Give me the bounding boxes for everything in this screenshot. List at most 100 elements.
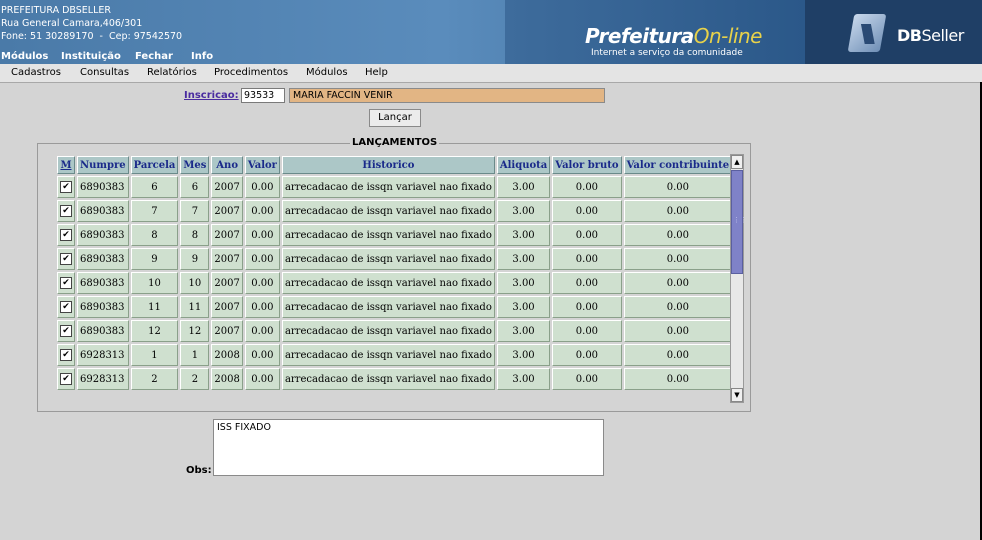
row-checkbox[interactable]: ✔ — [60, 277, 72, 289]
table-row[interactable]: ✔ 6890383 10 10 2007 0.00 arrecadacao de issqn… — [57, 272, 731, 294]
menu-procedimentos[interactable]: Procedimentos — [214, 67, 288, 78]
table-body: ✔ 6890383 6 6 2007 0.00 arrecadacao de issqn v… — [57, 176, 731, 390]
cell-valor-contribuinte: 0.00 — [623, 224, 731, 246]
cell-aliquota: 3.00 — [496, 272, 551, 294]
col-m[interactable]: M — [57, 156, 75, 174]
cell-valor-bruto: 0.00 — [552, 368, 622, 390]
cell-valor: 0.00 — [244, 224, 280, 246]
cell-historico: arrecadacao de issqn variavel nao fixado — [281, 200, 495, 222]
table-row[interactable]: ✔ 6890383 6 6 2007 0.00 arrecadacao de issqn v… — [57, 176, 731, 198]
cell-mes: 1 — [180, 344, 210, 366]
row-checkbox-cell: ✔ — [57, 176, 75, 198]
cell-parcela: 11 — [130, 296, 179, 318]
row-checkbox-cell: ✔ — [57, 272, 75, 294]
cell-ano: 2007 — [211, 296, 243, 318]
top-menu-modulos[interactable]: Módulos — [1, 51, 48, 62]
cell-historico: arrecadacao de issqn variavel nao fixado — [281, 176, 495, 198]
menu-modulos[interactable]: Módulos — [306, 67, 348, 78]
table-row[interactable]: ✔ 6890383 9 9 2007 0.00 arrecadacao de issqn v… — [57, 248, 731, 270]
row-checkbox-cell: ✔ — [57, 224, 75, 246]
menu-bar: Cadastros Consultas Relatórios Procedime… — [0, 64, 982, 83]
dbseller-logo-icon — [847, 14, 887, 52]
top-menu-fechar[interactable]: Fechar — [135, 51, 173, 62]
row-checkbox[interactable]: ✔ — [60, 229, 72, 241]
cell-ano: 2007 — [211, 248, 243, 270]
cell-valor-contribuinte: 0.00 — [623, 368, 731, 390]
cell-parcela: 12 — [130, 320, 179, 342]
prefeitura-online-logo: PrefeituraOn-line Internet a serviço da … — [505, 0, 805, 64]
cell-aliquota: 3.00 — [496, 320, 551, 342]
cell-ano: 2007 — [211, 176, 243, 198]
cell-numpre: 6928313 — [77, 368, 129, 390]
col-ano: Ano — [211, 156, 243, 174]
inscricao-input[interactable]: 93533 — [241, 88, 285, 103]
menu-help[interactable]: Help — [365, 67, 388, 78]
col-mes: Mes — [180, 156, 210, 174]
row-checkbox-cell: ✔ — [57, 296, 75, 318]
cell-valor-bruto: 0.00 — [552, 224, 622, 246]
cell-numpre: 6890383 — [77, 320, 129, 342]
menu-cadastros[interactable]: Cadastros — [11, 67, 61, 78]
org-address: Rua General Camara,406/301 — [1, 18, 143, 29]
table-row[interactable]: ✔ 6928313 2 2 2008 0.00 arrecadacao de issqn v… — [57, 368, 731, 390]
row-checkbox[interactable]: ✔ — [60, 301, 72, 313]
row-checkbox[interactable]: ✔ — [60, 181, 72, 193]
cell-valor-bruto: 0.00 — [552, 176, 622, 198]
row-checkbox[interactable]: ✔ — [60, 349, 72, 361]
cell-parcela: 2 — [130, 368, 179, 390]
cell-historico: arrecadacao de issqn variavel nao fixado — [281, 248, 495, 270]
lancar-button[interactable]: Lançar — [369, 109, 421, 127]
cell-valor: 0.00 — [244, 320, 280, 342]
menu-relatorios[interactable]: Relatórios — [147, 67, 197, 78]
row-checkbox[interactable]: ✔ — [60, 205, 72, 217]
row-checkbox[interactable]: ✔ — [60, 253, 72, 265]
top-menu-instituicao[interactable]: Instituição — [61, 51, 121, 62]
col-historico: Historico — [281, 156, 495, 174]
cell-aliquota: 3.00 — [496, 296, 551, 318]
cell-numpre: 6890383 — [77, 224, 129, 246]
obs-textarea[interactable]: ISS FIXADO — [213, 419, 604, 476]
cell-valor: 0.00 — [244, 176, 280, 198]
inscricao-link[interactable]: Inscricao: — [184, 90, 239, 101]
cell-valor-bruto: 0.00 — [552, 320, 622, 342]
cell-parcela: 8 — [130, 224, 179, 246]
row-checkbox-cell: ✔ — [57, 200, 75, 222]
cell-historico: arrecadacao de issqn variavel nao fixado — [281, 344, 495, 366]
cell-valor: 0.00 — [244, 296, 280, 318]
cell-valor: 0.00 — [244, 200, 280, 222]
cell-ano: 2007 — [211, 224, 243, 246]
cell-historico: arrecadacao de issqn variavel nao fixado — [281, 368, 495, 390]
org-info: PREFEITURA DBSELLER Rua General Camara,4… — [1, 4, 182, 43]
dbseller-logo: DBSeller — [805, 0, 982, 64]
top-menu-info[interactable]: Info — [191, 51, 213, 62]
table-row[interactable]: ✔ 6928313 1 1 2008 0.00 arrecadacao de issqn v… — [57, 344, 731, 366]
cell-numpre: 6890383 — [77, 176, 129, 198]
table-row[interactable]: ✔ 6890383 7 7 2007 0.00 arrecadacao de issqn v… — [57, 200, 731, 222]
cell-valor: 0.00 — [244, 248, 280, 270]
cell-numpre: 6890383 — [77, 248, 129, 270]
cell-ano: 2008 — [211, 344, 243, 366]
cell-aliquota: 3.00 — [496, 368, 551, 390]
grid-scrollbar[interactable]: ▲ ⋮⋮ ▼ — [730, 154, 747, 403]
table-row[interactable]: ✔ 6890383 12 12 2007 0.00 arrecadacao de issqn… — [57, 320, 731, 342]
row-checkbox-cell: ✔ — [57, 248, 75, 270]
scroll-up-arrow-icon[interactable]: ▲ — [731, 155, 743, 169]
table-header-row: M Numpre Parcela Mes Ano Valor Historico… — [57, 156, 731, 174]
cell-ano: 2007 — [211, 200, 243, 222]
col-valor: Valor — [244, 156, 280, 174]
table-row[interactable]: ✔ 6890383 8 8 2007 0.00 arrecadacao de issqn v… — [57, 224, 731, 246]
cell-mes: 11 — [180, 296, 210, 318]
cell-parcela: 6 — [130, 176, 179, 198]
cell-numpre: 6890383 — [77, 200, 129, 222]
cell-valor-contribuinte: 0.00 — [623, 296, 731, 318]
scroll-down-arrow-icon[interactable]: ▼ — [731, 388, 743, 402]
scroll-thumb[interactable]: ⋮⋮ — [731, 170, 747, 274]
menu-consultas[interactable]: Consultas — [80, 67, 129, 78]
cell-valor-bruto: 0.00 — [552, 200, 622, 222]
table-row[interactable]: ✔ 6890383 11 11 2007 0.00 arrecadacao de issqn… — [57, 296, 731, 318]
row-checkbox[interactable]: ✔ — [60, 325, 72, 337]
row-checkbox[interactable]: ✔ — [60, 373, 72, 385]
nome-field: MARIA FACCIN VENIR — [289, 88, 605, 103]
obs-label: Obs: — [186, 465, 212, 476]
cell-ano: 2007 — [211, 320, 243, 342]
